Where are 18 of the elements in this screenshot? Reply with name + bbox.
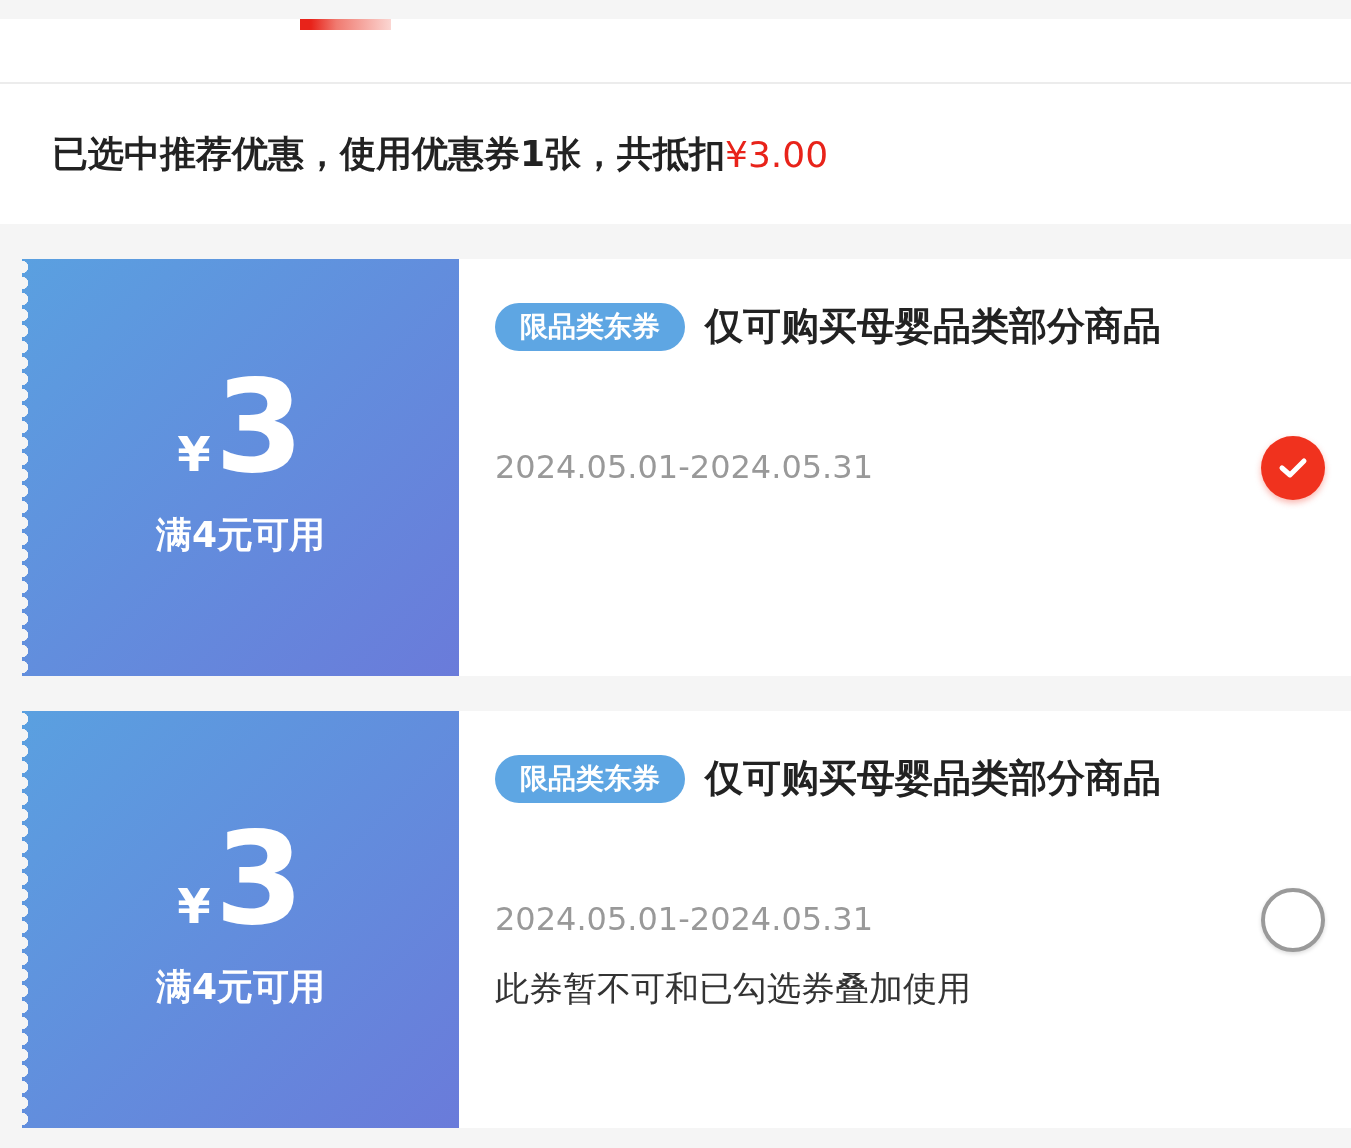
radio-button[interactable] xyxy=(1261,887,1325,952)
coupon-title: 仅可购买母婴品类部分商品 xyxy=(705,303,1161,350)
usage-condition: 满4元可用 xyxy=(155,513,326,557)
category-tag: 限品类东券 xyxy=(495,754,685,803)
summary-text: 已选中推荐优惠，使用优惠券1张，共抵扣 xyxy=(52,131,726,176)
coupon-amount: 3 xyxy=(214,815,304,943)
coupon-amount: 3 xyxy=(214,363,304,491)
coupon-title: 仅可购买母婴品类部分商品 xyxy=(705,755,1161,802)
category-tag: 限品类东券 xyxy=(495,302,685,351)
usage-condition: 满4元可用 xyxy=(155,965,326,1009)
validity-period: 2024.05.01-2024.05.31 xyxy=(495,900,873,938)
validity-period: 2024.05.01-2024.05.31 xyxy=(495,448,873,486)
radio-button[interactable] xyxy=(1261,435,1325,500)
check-icon xyxy=(1278,456,1308,479)
coupon-note: 此券暂不可和已勾选券叠加使用 xyxy=(495,967,971,1010)
currency-symbol: ¥ xyxy=(177,426,211,482)
currency-symbol: ¥ xyxy=(177,878,211,934)
discount-amount: ¥3.00 xyxy=(725,133,829,175)
